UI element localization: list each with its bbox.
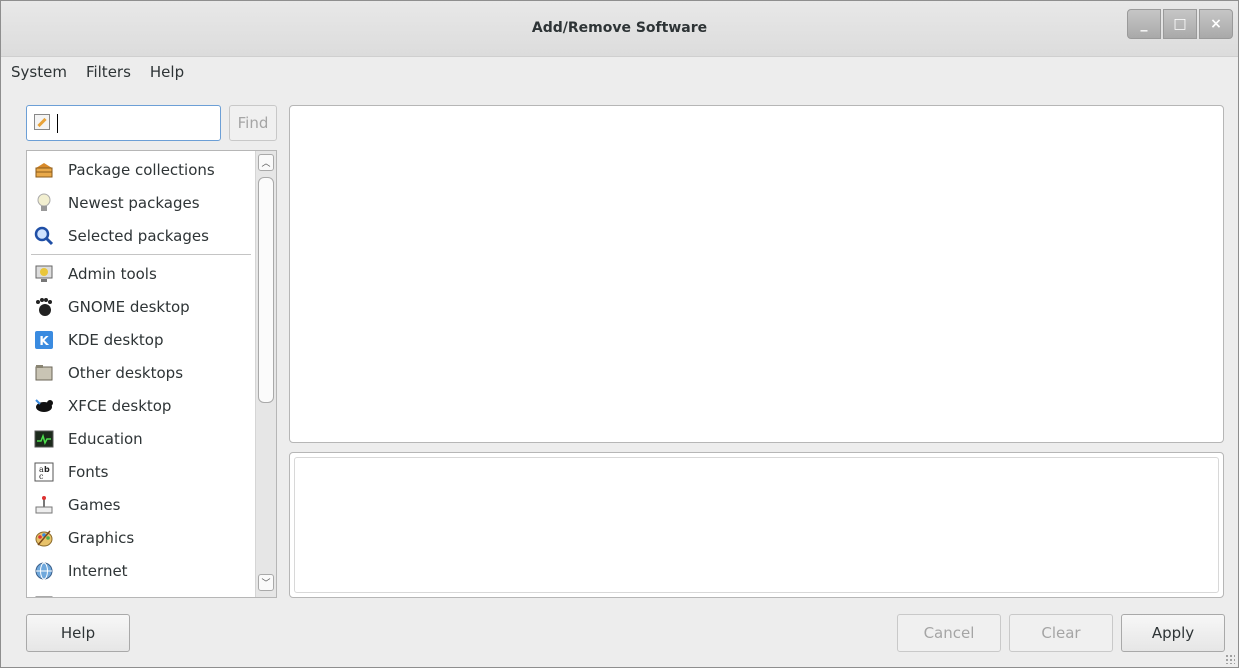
group-item-label: KDE desktop <box>68 330 164 349</box>
close-button[interactable]: × <box>1199 9 1233 39</box>
other-desktops-icon <box>34 363 54 383</box>
package-collections-icon <box>34 160 54 180</box>
svg-text:c: c <box>39 472 44 481</box>
group-list-scrollbar[interactable]: ︿ ﹀ <box>255 151 276 597</box>
group-item-games[interactable]: Games <box>27 488 255 521</box>
scroll-up-arrow-icon[interactable]: ︿ <box>258 154 274 171</box>
games-icon <box>34 495 54 515</box>
apply-button[interactable]: Apply <box>1121 614 1225 652</box>
kde-icon: K <box>34 330 54 350</box>
group-item-partial <box>27 587 255 597</box>
group-item-label: Other desktops <box>68 363 184 382</box>
education-icon <box>34 429 54 449</box>
window-controls: _ □ × <box>1127 9 1233 39</box>
menu-help[interactable]: Help <box>150 63 184 81</box>
search-input[interactable] <box>26 105 221 141</box>
admin-tools-icon <box>34 264 54 284</box>
svg-text:K: K <box>39 334 49 348</box>
menu-bar: System Filters Help <box>1 57 203 87</box>
scrollbar-thumb[interactable] <box>258 177 274 403</box>
group-item-kde-desktop[interactable]: K KDE desktop <box>27 323 255 356</box>
group-list: Package collections Newest packages Sele… <box>26 150 277 598</box>
menu-filters[interactable]: Filters <box>86 63 131 81</box>
group-item-label: Internet <box>68 561 128 580</box>
group-item-label: Graphics <box>68 528 135 547</box>
group-item-admin-tools[interactable]: Admin tools <box>27 257 255 290</box>
group-separator <box>31 254 251 255</box>
menu-system[interactable]: System <box>11 63 67 81</box>
group-item-graphics[interactable]: Graphics <box>27 521 255 554</box>
group-item-label: Education <box>68 429 143 448</box>
globe-icon <box>34 561 54 581</box>
group-item-label: Games <box>68 495 121 514</box>
partial-item-icon <box>34 594 54 597</box>
xfce-mouse-icon <box>34 396 54 416</box>
group-item-label: Admin tools <box>68 264 157 283</box>
group-item-label: Selected packages <box>68 226 209 245</box>
minimize-button[interactable]: _ <box>1127 9 1161 39</box>
text-cursor <box>57 114 58 133</box>
group-item-fonts[interactable]: abc Fonts <box>27 455 255 488</box>
gnome-foot-icon <box>34 297 54 317</box>
group-item-internet[interactable]: Internet <box>27 554 255 587</box>
svg-text:b: b <box>44 465 50 474</box>
clear-button[interactable]: Clear <box>1009 614 1113 652</box>
edit-pencil-icon <box>34 114 50 130</box>
group-item-xfce-desktop[interactable]: XFCE desktop <box>27 389 255 422</box>
group-item-label: Package collections <box>68 160 215 179</box>
maximize-button[interactable]: □ <box>1163 9 1197 39</box>
group-item-other-desktops[interactable]: Other desktops <box>27 356 255 389</box>
fonts-icon: abc <box>34 462 54 482</box>
package-details-panel <box>289 452 1224 598</box>
group-item-label: Newest packages <box>68 193 200 212</box>
lightbulb-icon <box>34 193 54 213</box>
group-item-education[interactable]: Education <box>27 422 255 455</box>
window-title: Add/Remove Software <box>531 20 708 36</box>
graphics-icon <box>34 528 54 548</box>
group-item-label: GNOME desktop <box>68 297 190 316</box>
group-item-newest-packages[interactable]: Newest packages <box>27 186 255 219</box>
package-list[interactable] <box>289 105 1224 443</box>
title-bar[interactable]: Add/Remove Software _ □ × <box>1 1 1238 57</box>
find-button[interactable]: Find <box>229 105 277 141</box>
resize-grip-icon[interactable] <box>1225 654 1235 664</box>
cancel-button[interactable]: Cancel <box>897 614 1001 652</box>
scroll-down-arrow-icon[interactable]: ﹀ <box>258 574 274 591</box>
group-item-label: XFCE desktop <box>68 396 172 415</box>
package-details-text[interactable] <box>294 457 1219 593</box>
group-item-gnome-desktop[interactable]: GNOME desktop <box>27 290 255 323</box>
group-item-package-collections[interactable]: Package collections <box>27 153 255 186</box>
group-item-selected-packages[interactable]: Selected packages <box>27 219 255 252</box>
add-remove-software-window: Add/Remove Software _ □ × System Filters… <box>0 0 1239 668</box>
help-button[interactable]: Help <box>26 614 130 652</box>
group-item-label: Fonts <box>68 462 109 481</box>
magnifier-icon <box>34 226 54 246</box>
